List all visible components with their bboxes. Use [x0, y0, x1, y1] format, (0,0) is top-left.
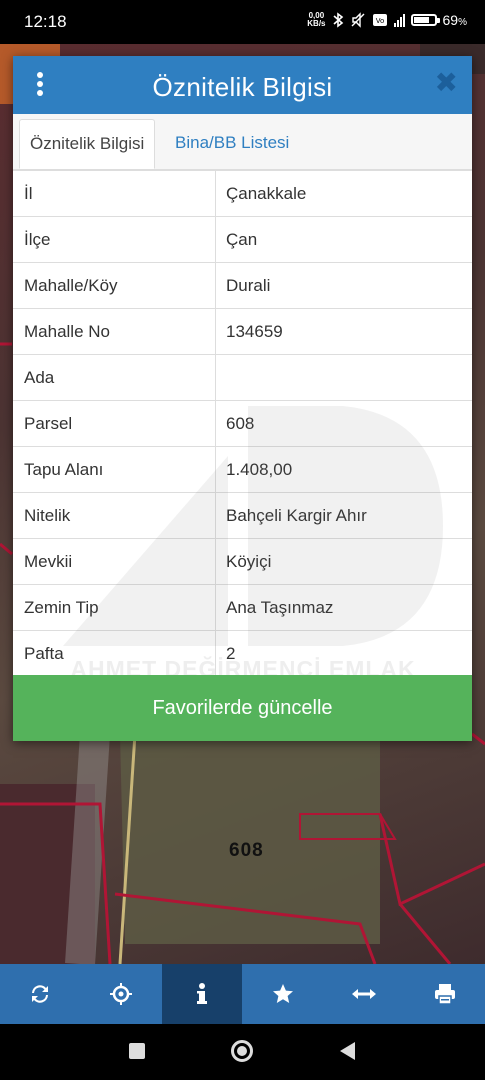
status-bar: 12:18 0,00 KB/s Vo 69%: [0, 0, 485, 44]
attribute-key: Parsel: [13, 401, 216, 446]
svg-text:Vo: Vo: [375, 17, 384, 25]
print-button[interactable]: [404, 964, 485, 1024]
star-icon: [272, 984, 293, 1003]
attribute-value: 1.408,00: [226, 460, 293, 479]
status-icons: 0,00 KB/s Vo 69%: [307, 11, 467, 29]
mute-icon: [351, 12, 365, 28]
signal-icon: [393, 13, 405, 27]
table-row: İl Çanakkale: [13, 170, 472, 217]
table-row: Ada: [13, 355, 472, 401]
locate-icon: [110, 983, 133, 1005]
measure-icon: [351, 989, 376, 999]
tab-attribute-info[interactable]: Öznitelik Bilgisi: [19, 119, 156, 169]
attribute-value: Köyiçi: [226, 552, 272, 571]
attribute-key: Mahalle/Köy: [13, 263, 216, 308]
attribute-key: İl: [13, 171, 216, 216]
attribute-value: Çanakkale: [226, 184, 307, 203]
battery-percent: 69%: [442, 12, 467, 28]
table-row: Mahalle/Köy Durali: [13, 263, 472, 309]
attribute-value: Bahçeli Kargir Ahır: [226, 506, 367, 525]
table-row: Parsel 608: [13, 401, 472, 447]
network-speed: 0,00 KB/s: [307, 11, 326, 28]
refresh-button[interactable]: [0, 964, 81, 1024]
system-nav-bar: [0, 1024, 485, 1080]
back-icon[interactable]: [340, 1042, 355, 1060]
update-favorites-button[interactable]: Favorilerde güncelle: [13, 675, 472, 741]
attribute-value: Çan: [226, 230, 258, 249]
recents-icon[interactable]: [129, 1043, 145, 1059]
tab-building-list[interactable]: Bina/BB Listesi: [165, 119, 299, 169]
attribute-key: Pafta: [13, 631, 216, 675]
attribute-value: Durali: [226, 276, 271, 295]
table-row: Mevkii Köyiçi: [13, 539, 472, 585]
attribute-value: Ana Taşınmaz: [226, 598, 334, 617]
locate-button[interactable]: [81, 964, 162, 1024]
bottom-toolbar: [0, 964, 485, 1024]
status-time: 12:18: [24, 12, 67, 31]
table-row: Mahalle No 134659: [13, 309, 472, 355]
favorite-button[interactable]: [242, 964, 323, 1024]
home-icon[interactable]: [231, 1040, 253, 1062]
attribute-dialog: Öznitelik Bilgisi ✖ Öznitelik Bilgisi Bi…: [13, 56, 472, 741]
volte-icon: Vo: [372, 14, 387, 26]
attribute-value: [216, 355, 472, 400]
table-row: İlçe Çan: [13, 217, 472, 263]
attribute-value: 134659: [226, 322, 283, 341]
battery-level: [413, 17, 429, 23]
attribute-key: Mevkii: [13, 539, 216, 584]
parcel-number-label: 608: [229, 840, 264, 861]
attribute-value: 608: [226, 414, 255, 433]
battery-icon: [410, 14, 440, 26]
attribute-key: İlçe: [13, 217, 216, 262]
table-row: Tapu Alanı 1.408,00: [13, 447, 472, 493]
table-row: Zemin Tip Ana Taşınmaz: [13, 585, 472, 631]
attribute-key: Tapu Alanı: [13, 447, 216, 492]
attribute-value: 2: [226, 644, 236, 663]
bluetooth-icon: [332, 12, 343, 28]
info-icon: [197, 983, 208, 1004]
measure-button[interactable]: [323, 964, 404, 1024]
close-icon[interactable]: ✖: [435, 68, 458, 98]
attribute-key: Ada: [13, 355, 216, 400]
table-row: Nitelik Bahçeli Kargir Ahır: [13, 493, 472, 539]
attribute-key: Mahalle No: [13, 309, 216, 354]
info-button[interactable]: [161, 964, 243, 1024]
print-icon: [434, 984, 455, 1005]
dialog-title: Öznitelik Bilgisi: [152, 72, 333, 102]
dialog-header: Öznitelik Bilgisi ✖: [13, 56, 472, 114]
attribute-key: Zemin Tip: [13, 585, 216, 630]
attribute-key: Nitelik: [13, 493, 216, 538]
tab-bar: Öznitelik Bilgisi Bina/BB Listesi: [13, 114, 472, 170]
refresh-icon: [32, 985, 49, 1003]
attribute-table[interactable]: İl Çanakkale İlçe Çan Mahalle/Köy Durali Mahal…: [13, 170, 472, 675]
table-row: Pafta 2: [13, 631, 472, 675]
